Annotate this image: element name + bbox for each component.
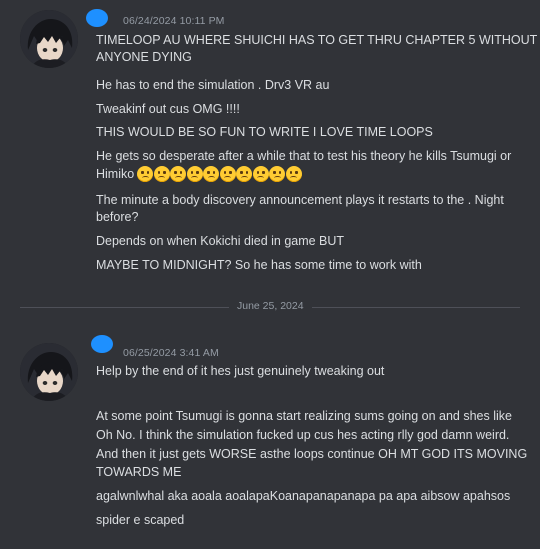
message-text: spider e scaped [96,513,185,527]
message-text: He has to end the simulation . Drv3 VR a… [96,78,330,92]
frowning-face-emoji [170,166,187,182]
frowning-face-emoji [137,166,154,182]
message-timestamp: 06/25/2024 3:41 AM [123,347,219,359]
redacted-username[interactable] [86,9,108,27]
message-text: TOWARDS ME [96,465,182,479]
frowning-face-emoji [203,166,220,182]
message-text: agalwnlwhal aka aoala aoalapaKoanapanapa… [96,489,511,503]
date-divider: June 25, 2024 [229,300,312,312]
redacted-username[interactable] [91,335,113,353]
message-timestamp: 06/24/2024 10:11 PM [123,15,225,27]
frowning-face-emoji [219,166,236,182]
message-text: Himiko [96,167,135,181]
message-text: Oh No. I think the simulation fucked up … [96,428,510,442]
message-text: Help by the end of it hes just genuinely… [96,364,385,378]
chat-log: 06/24/2024 10:11 PM TIMELOOP AU WHERE SH… [0,0,540,549]
message-text: And then it just gets WORSE asthe loops … [96,447,528,461]
message-text: ANYONE DYING [96,50,192,64]
message-text: TIMELOOP AU WHERE SHUICHI HAS TO GET THR… [96,33,538,47]
frowning-face-emoji [186,166,203,182]
message-text: MAYBE TO MIDNIGHT? So he has some time t… [96,258,422,272]
message-text: THIS WOULD BE SO FUN TO WRITE I LOVE TIM… [96,125,433,139]
frowning-face-emoji [285,166,302,182]
avatar[interactable] [20,10,78,68]
frowning-face-emoji [236,166,253,182]
frowning-face-emoji [252,166,269,182]
frowning-face-emoji [269,166,286,182]
message-text: The minute a body discovery announcement… [96,193,504,207]
message-text: before? [96,210,139,224]
message-text: He gets so desperate after a while that … [96,149,512,163]
frowning-face-emoji [153,166,170,182]
message-text: Depends on when Kokichi died in game BUT [96,234,345,248]
avatar[interactable] [20,343,78,401]
emoji-row [137,166,302,187]
avatar-image [20,343,78,401]
message-text: Tweakinf out cus OMG !!!! [96,102,240,116]
message-text-with-emoji: Himiko [96,166,302,187]
message-text: At some point Tsumugi is gonna start rea… [96,409,512,423]
avatar-image [20,10,78,68]
